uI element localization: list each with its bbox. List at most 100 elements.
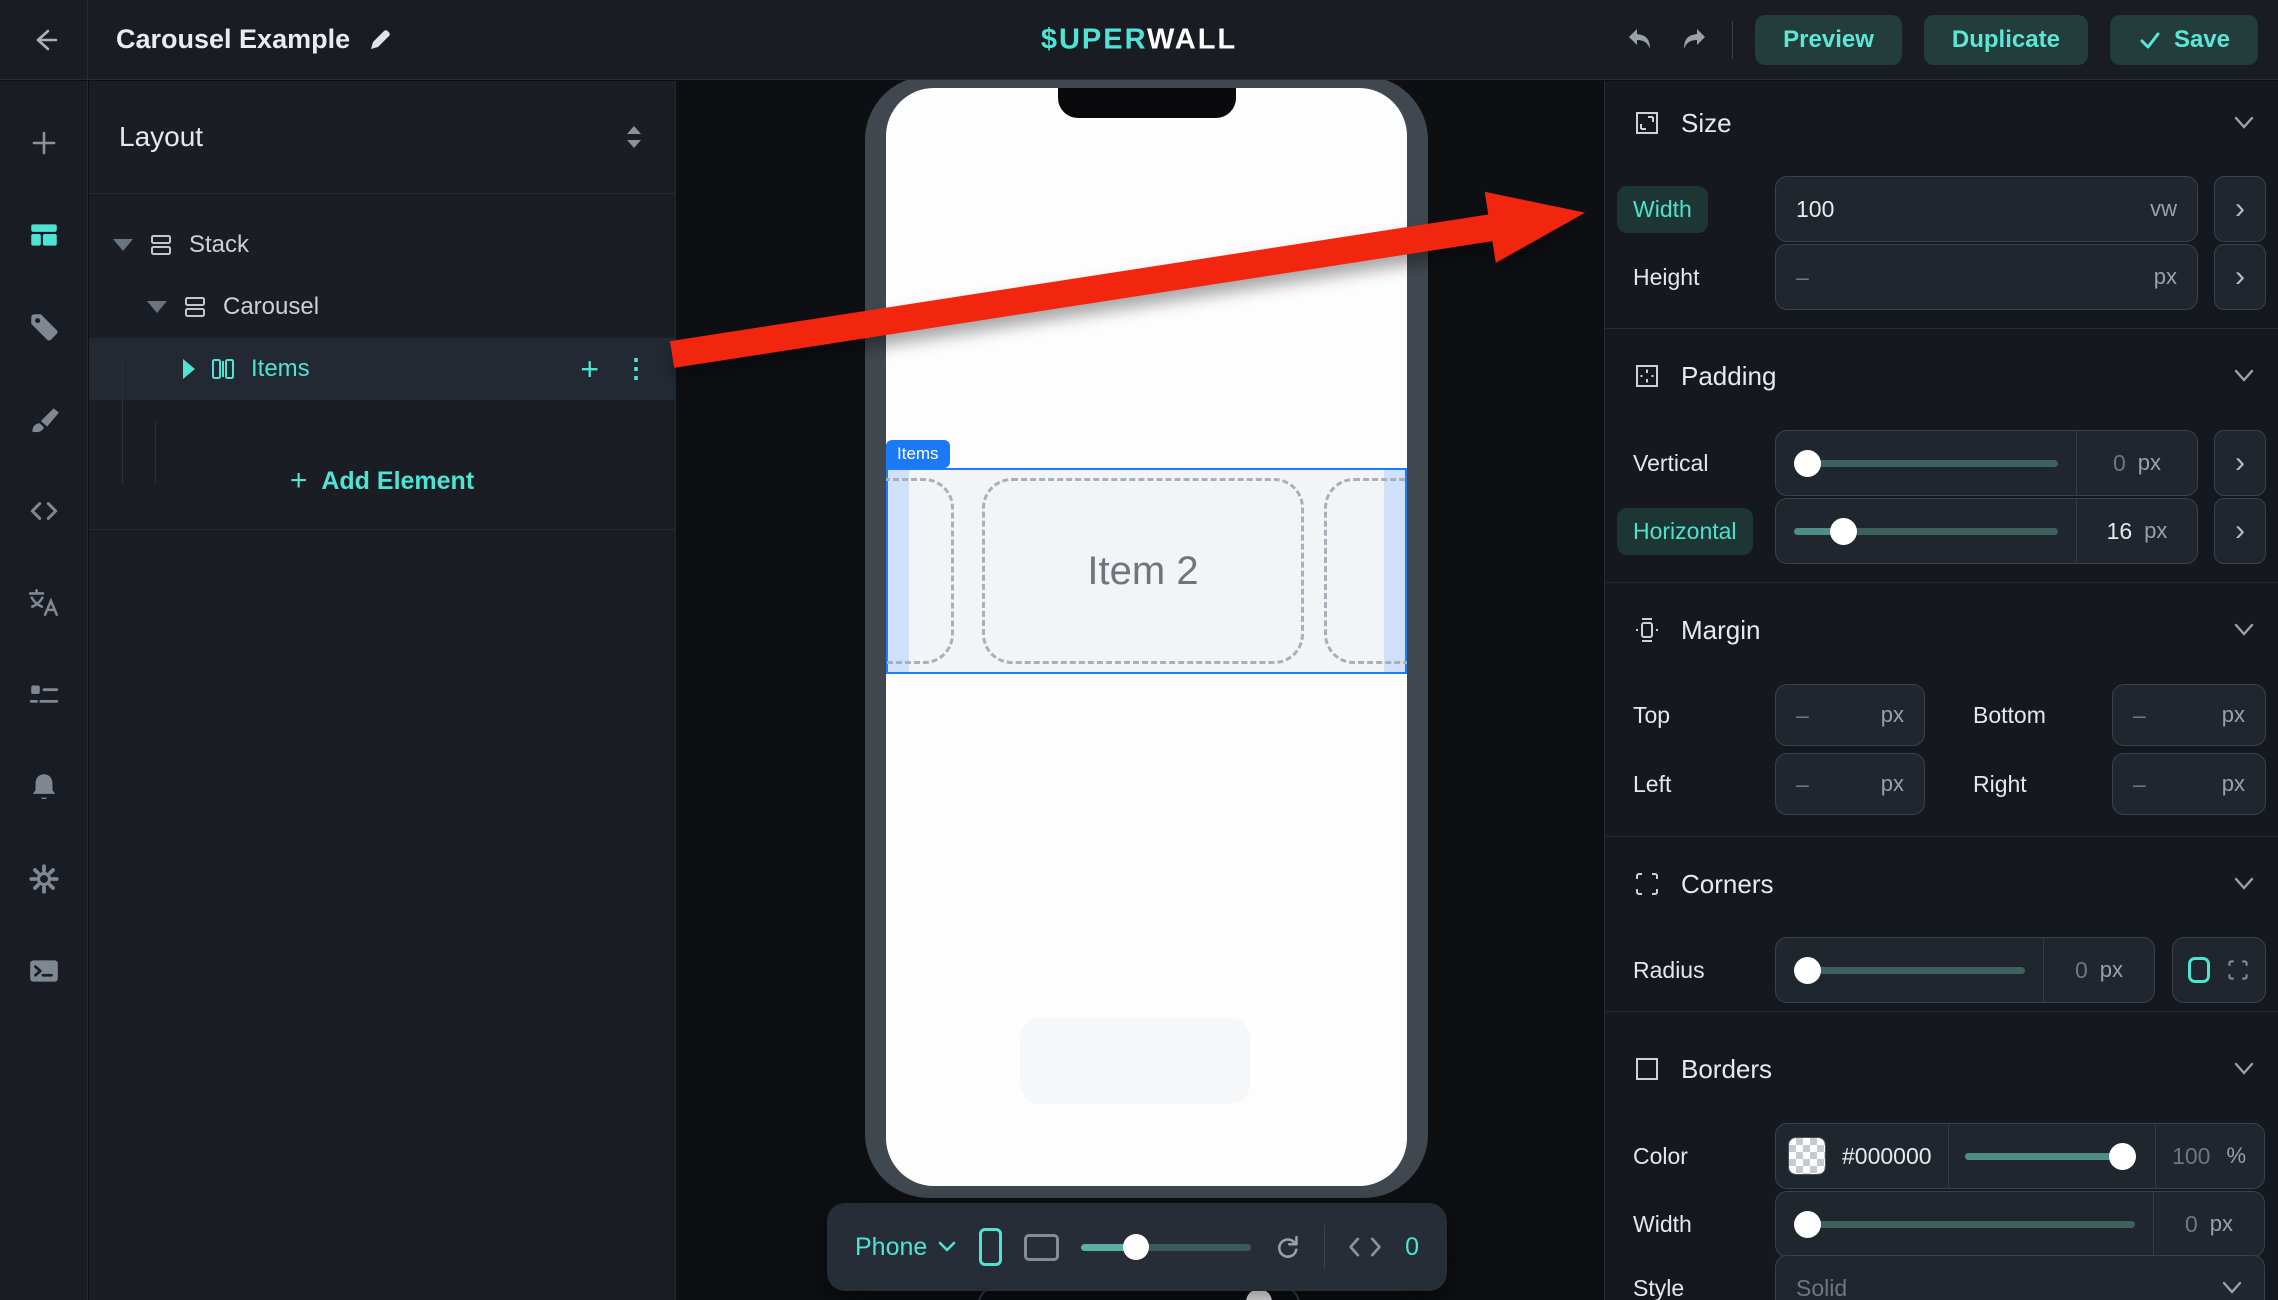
chevron-down-icon[interactable] bbox=[2232, 115, 2256, 131]
top-bar: Carousel Example $UPERWALL Preview Dupli… bbox=[0, 0, 2278, 80]
margin-left-right-row: Left – px Right – px bbox=[1633, 752, 2266, 816]
width-value: 100 bbox=[1796, 196, 1834, 223]
per-corner-radius-icon[interactable] bbox=[2226, 958, 2250, 982]
back-button[interactable] bbox=[0, 0, 88, 79]
margin-top-input[interactable]: – px bbox=[1775, 684, 1925, 746]
expand-triangle-icon[interactable] bbox=[183, 359, 195, 379]
carousel-item-current[interactable]: Item 2 bbox=[982, 478, 1304, 664]
width-label-chip[interactable]: Width bbox=[1633, 186, 1775, 233]
slider-track[interactable] bbox=[1794, 498, 2076, 564]
margin-right-label: Right bbox=[1973, 771, 2099, 798]
radius-slider-field[interactable]: 0 px bbox=[1775, 937, 2155, 1003]
terminal-tool-button[interactable] bbox=[0, 925, 87, 1017]
redo-icon[interactable] bbox=[1678, 24, 1710, 56]
corner-mode-toggle[interactable] bbox=[2172, 937, 2266, 1003]
layouts-tool-button-active[interactable] bbox=[0, 189, 87, 281]
duplicate-label: Duplicate bbox=[1952, 26, 2060, 54]
uniform-radius-icon-active[interactable] bbox=[2188, 957, 2210, 983]
tags-tool-button[interactable] bbox=[0, 281, 87, 373]
portrait-orientation-button[interactable] bbox=[979, 1228, 1002, 1266]
height-expand-button[interactable]: › bbox=[2214, 244, 2266, 310]
phone-screen[interactable]: Items Item 2 bbox=[886, 88, 1407, 1186]
checklist-tool-button[interactable] bbox=[0, 649, 87, 741]
localization-tool-button[interactable] bbox=[0, 557, 87, 649]
corners-section-header[interactable]: Corners bbox=[1633, 858, 2256, 910]
margin-bottom-label: Bottom bbox=[1973, 702, 2099, 729]
preview-button[interactable]: Preview bbox=[1755, 15, 1902, 65]
collapse-triangle-icon[interactable] bbox=[147, 301, 167, 313]
items-selection-region[interactable]: Items Item 2 bbox=[886, 468, 1407, 674]
padding-vertical-slider-field[interactable]: 0 px bbox=[1775, 430, 2198, 496]
chevron-down-icon[interactable] bbox=[2232, 622, 2256, 638]
margin-right-input[interactable]: – px bbox=[2112, 753, 2266, 815]
chevron-down-icon[interactable] bbox=[2232, 876, 2256, 892]
height-row: Height – px › bbox=[1633, 243, 2266, 311]
slider-track[interactable] bbox=[1794, 430, 2076, 496]
brush-icon bbox=[27, 402, 61, 436]
borders-section-header[interactable]: Borders bbox=[1633, 1043, 2256, 1095]
chevron-down-icon[interactable] bbox=[2232, 1061, 2256, 1077]
sort-icon[interactable] bbox=[623, 123, 645, 151]
zoom-slider[interactable] bbox=[1081, 1234, 1251, 1260]
duplicate-button[interactable]: Duplicate bbox=[1924, 15, 2088, 65]
notifications-tool-button[interactable] bbox=[0, 741, 87, 833]
device-selector[interactable]: Phone bbox=[855, 1233, 957, 1262]
tree-row-items-selected[interactable]: Items + ⋮ bbox=[89, 338, 675, 400]
padding-vertical-expand-button[interactable]: › bbox=[2214, 430, 2266, 496]
margin-section-header[interactable]: Margin bbox=[1633, 604, 2256, 656]
logo-teal-part: $UPER bbox=[1041, 23, 1147, 55]
carousel-item-next[interactable] bbox=[1324, 478, 1407, 664]
save-button[interactable]: Save bbox=[2110, 15, 2258, 65]
device-label: Phone bbox=[855, 1233, 927, 1262]
border-color-field[interactable]: #000000 100 % bbox=[1775, 1123, 2265, 1189]
radius-row: Radius 0 px bbox=[1633, 936, 2266, 1004]
slider-track[interactable] bbox=[1794, 937, 2043, 1003]
padding-section-header[interactable]: Padding bbox=[1633, 350, 2256, 402]
tree-label: Items bbox=[251, 355, 310, 383]
code-view-icon[interactable] bbox=[1347, 1234, 1383, 1260]
width-expand-button[interactable]: › bbox=[2214, 176, 2266, 242]
size-title: Size bbox=[1681, 108, 1732, 139]
width-input[interactable]: 100 vw bbox=[1775, 176, 2198, 242]
border-style-select[interactable]: Solid bbox=[1775, 1255, 2265, 1300]
add-element-button[interactable]: + Add Element bbox=[89, 433, 675, 530]
padding-horizontal-expand-button[interactable]: › bbox=[2214, 498, 2266, 564]
border-style-row: Style Solid bbox=[1633, 1254, 2266, 1300]
opacity-slider-track[interactable] bbox=[1965, 1123, 2140, 1189]
height-label: Height bbox=[1633, 264, 1775, 291]
edit-pencil-icon[interactable] bbox=[368, 27, 393, 52]
padding-horizontal-value: 16 bbox=[2107, 518, 2133, 545]
tree-row-carousel[interactable]: Carousel bbox=[89, 276, 675, 338]
zoom-slider-knob[interactable] bbox=[1123, 1234, 1149, 1260]
padding-horizontal-slider-field[interactable]: 16 px bbox=[1775, 498, 2198, 564]
margin-left-input[interactable]: – px bbox=[1775, 753, 1925, 815]
add-tool-button[interactable] bbox=[0, 97, 87, 189]
layout-panel: Layout Stack Carousel bbox=[89, 81, 676, 1300]
settings-tool-button[interactable] bbox=[0, 833, 87, 925]
size-section-header[interactable]: Size bbox=[1633, 97, 2256, 149]
slider-track[interactable] bbox=[1794, 1191, 2153, 1257]
margin-bottom-input[interactable]: – px bbox=[2112, 684, 2266, 746]
chevron-down-icon[interactable] bbox=[2232, 368, 2256, 384]
design-tool-button[interactable] bbox=[0, 373, 87, 465]
add-child-button[interactable]: + bbox=[580, 353, 599, 385]
height-unit: px bbox=[2154, 264, 2177, 290]
padding-horizontal-label-chip[interactable]: Horizontal bbox=[1633, 508, 1775, 555]
section-divider bbox=[1605, 836, 2278, 837]
layout-panel-title: Layout bbox=[119, 121, 203, 153]
more-options-button[interactable]: ⋮ bbox=[623, 361, 649, 377]
color-swatch[interactable] bbox=[1788, 1137, 1826, 1175]
height-value: – bbox=[1796, 264, 1809, 291]
collapse-triangle-icon[interactable] bbox=[113, 239, 133, 251]
code-tool-button[interactable] bbox=[0, 465, 87, 557]
landscape-orientation-button[interactable] bbox=[1024, 1234, 1059, 1261]
phone-notch bbox=[1058, 88, 1236, 118]
padding-vertical-unit: px bbox=[2138, 450, 2161, 476]
border-width-slider-field[interactable]: 0 px bbox=[1775, 1191, 2265, 1257]
tree-row-stack[interactable]: Stack bbox=[89, 214, 675, 276]
tree-label: Carousel bbox=[223, 293, 319, 321]
carousel-item-previous[interactable] bbox=[886, 478, 954, 664]
height-input[interactable]: – px bbox=[1775, 244, 2198, 310]
undo-icon[interactable] bbox=[1624, 24, 1656, 56]
refresh-icon[interactable] bbox=[1273, 1231, 1302, 1263]
